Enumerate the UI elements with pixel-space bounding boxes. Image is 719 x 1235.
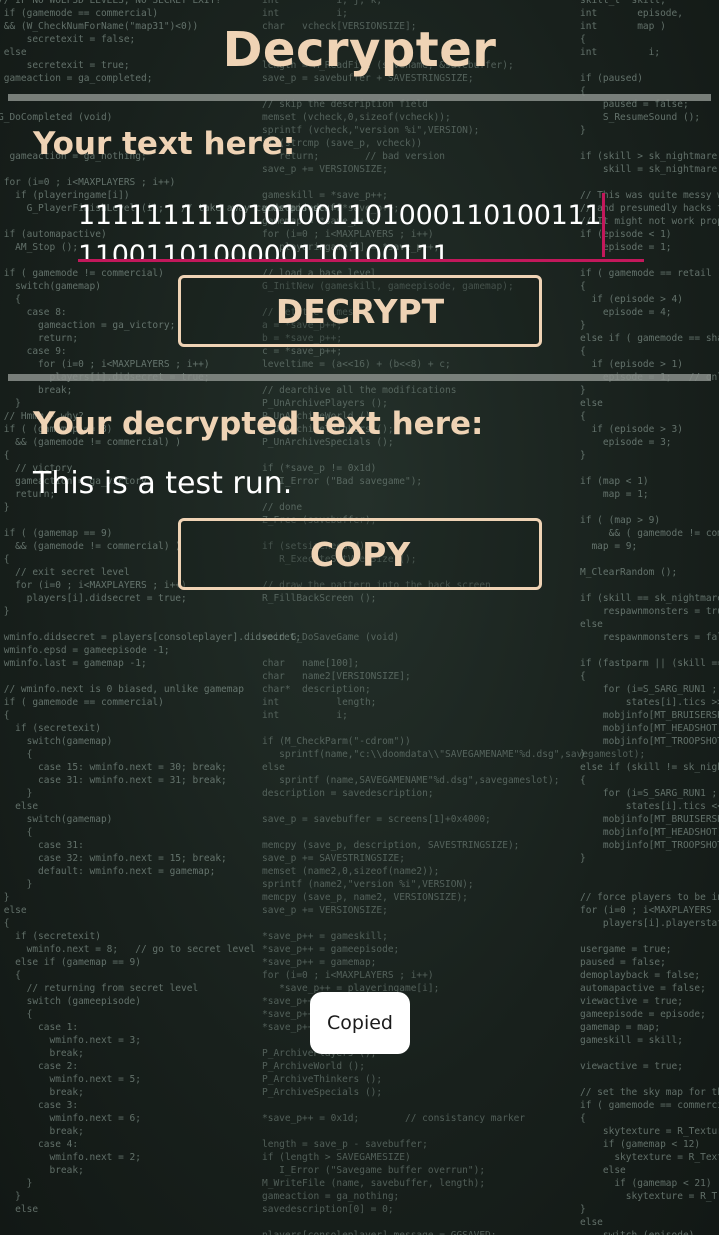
encrypted-text-value[interactable]: 1111111110101001101000110100111110011010… (78, 196, 606, 262)
input-label: Your text here: (33, 126, 296, 162)
middle-divider (8, 374, 711, 381)
copy-button[interactable]: COPY (178, 518, 542, 590)
decrypt-button[interactable]: DECRYPT (178, 275, 542, 347)
app-title: Decrypter (222, 22, 497, 78)
decrypted-text-output: This is a test run. (33, 466, 293, 501)
background-code-right: skill_t skill, int episode, int map ) { … (580, 0, 719, 1235)
top-divider (8, 94, 711, 101)
copied-toast: Copied (310, 992, 410, 1054)
output-label: Your decrypted text here: (33, 406, 484, 442)
text-cursor (602, 193, 605, 257)
encrypted-text-input[interactable]: 1111111110101001101000110100111110011010… (78, 192, 644, 262)
input-underline (78, 259, 644, 262)
